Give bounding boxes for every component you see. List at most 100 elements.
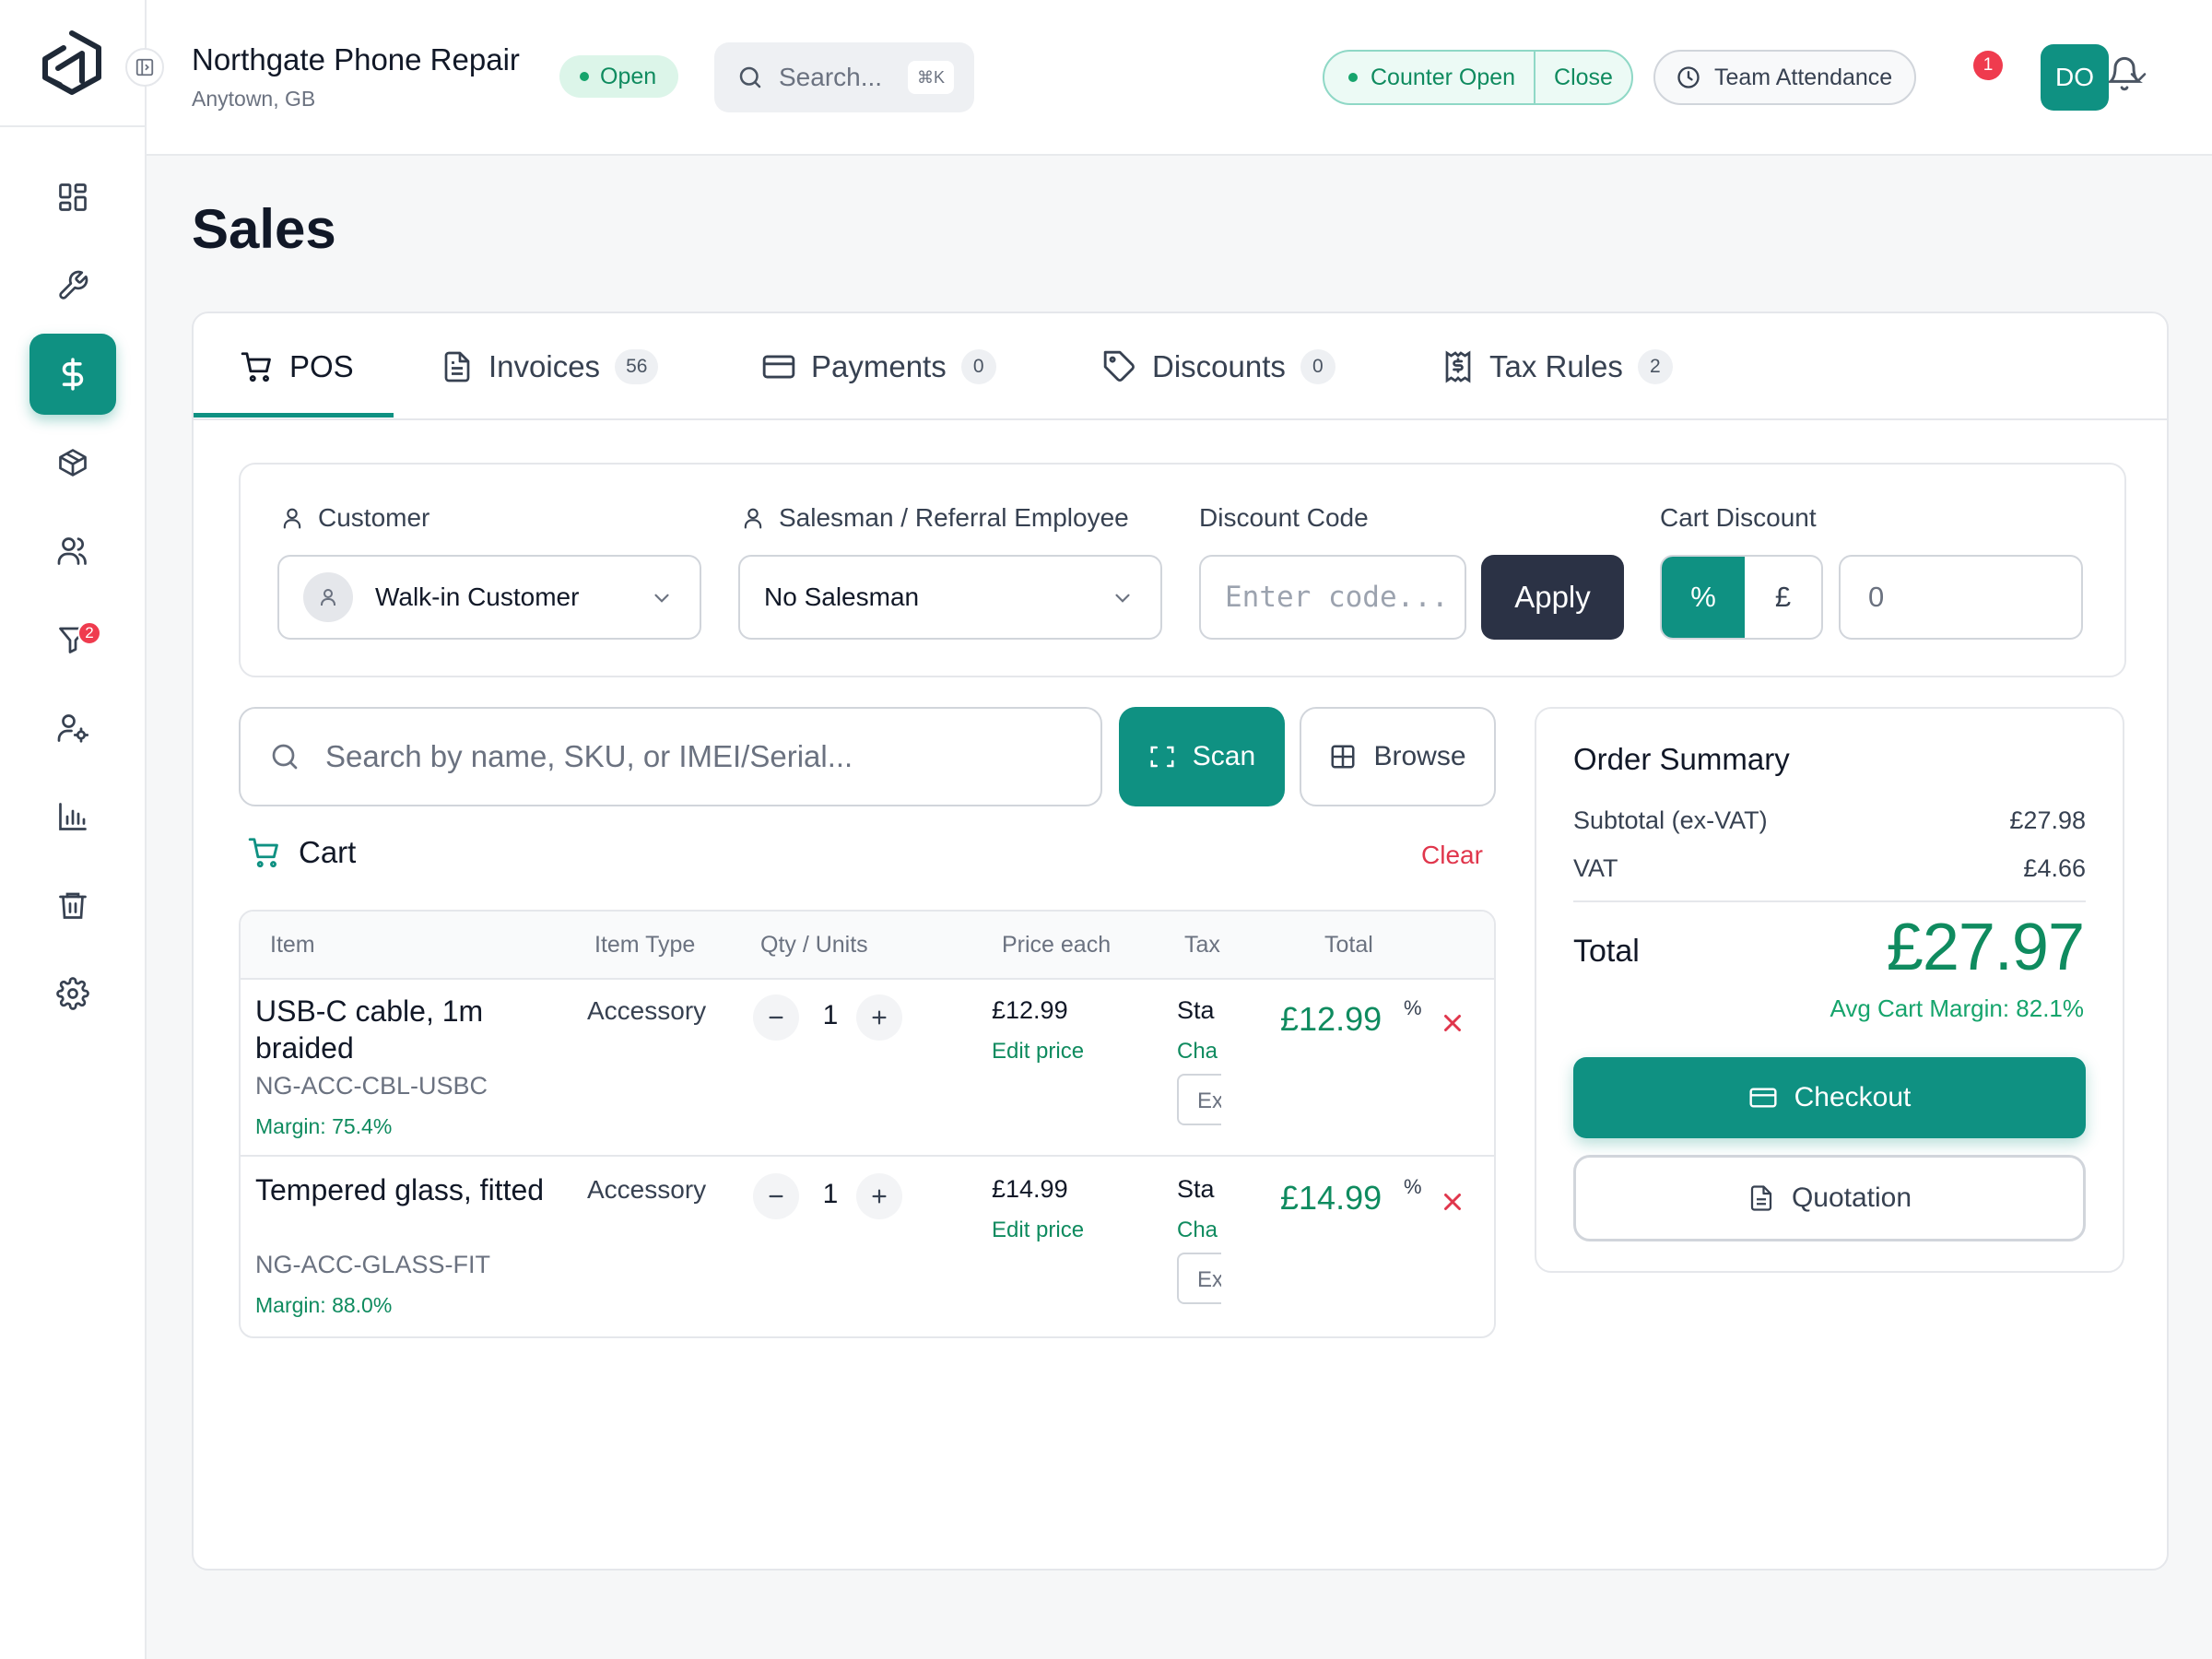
counter-close-button[interactable]: Close xyxy=(1535,52,1631,103)
sidebar-item-employees[interactable] xyxy=(29,688,116,769)
remove-item-button[interactable] xyxy=(1439,1009,1466,1037)
checkout-button[interactable]: Checkout xyxy=(1573,1057,2086,1138)
active-tab-indicator xyxy=(194,413,394,418)
row-divider xyxy=(241,1155,1494,1157)
remove-item-button[interactable] xyxy=(1439,1188,1466,1216)
checkout-label: Checkout xyxy=(1794,1082,1912,1112)
discount-pound-option[interactable]: £ xyxy=(1745,557,1821,638)
column-header: Item Type xyxy=(594,932,696,958)
apply-discount-button[interactable]: Apply xyxy=(1481,555,1624,640)
tax-mode-select[interactable]: Ex xyxy=(1177,1253,1221,1304)
discount-symbol[interactable]: % xyxy=(1404,996,1422,1020)
column-header: Item xyxy=(270,932,315,958)
column-header: Total xyxy=(1324,932,1373,958)
subtotal-value: £27.98 xyxy=(2009,806,2086,834)
tab-tax-rules[interactable]: Tax Rules 2 xyxy=(1441,313,1673,420)
customer-select[interactable]: Walk-in Customer xyxy=(277,555,701,640)
sales-tabs: POS Invoices 56 Payments 0 Discounts 0 T… xyxy=(194,313,2167,420)
tax-mode-select[interactable]: Ex xyxy=(1177,1074,1221,1125)
customer-label: Customer xyxy=(279,503,429,533)
salesman-label: Salesman / Referral Employee xyxy=(740,503,1129,533)
qty-increase-button[interactable] xyxy=(856,1173,902,1219)
tab-discounts[interactable]: Discounts 0 xyxy=(1102,313,1335,420)
discount-percent-option[interactable]: % xyxy=(1662,557,1745,638)
salesman-select[interactable]: No Salesman xyxy=(738,555,1162,640)
plus-icon xyxy=(872,1189,887,1204)
quotation-label: Quotation xyxy=(1791,1182,1912,1213)
tab-payments-count: 0 xyxy=(960,349,996,384)
sidebar-item-customers[interactable] xyxy=(29,511,116,592)
clear-cart-button[interactable]: Clear xyxy=(1421,841,1483,870)
global-search[interactable]: Search... ⌘K xyxy=(714,42,974,112)
scan-button[interactable]: Scan xyxy=(1119,707,1285,806)
user-icon xyxy=(744,508,762,529)
panel-toggle-icon xyxy=(135,58,154,76)
search-icon xyxy=(272,744,298,770)
tax-cell: Sta Cha Ex xyxy=(1177,1171,1221,1328)
sidebar-item-sales[interactable] xyxy=(29,334,116,415)
avg-cart-margin: Avg Cart Margin: 82.1% xyxy=(1830,994,2084,1022)
browse-label: Browse xyxy=(1373,741,1466,771)
global-search-placeholder: Search... xyxy=(779,63,883,91)
vat-value: £4.66 xyxy=(2023,854,2086,882)
app-logo[interactable] xyxy=(41,29,102,96)
total-label: Total xyxy=(1573,934,1640,969)
sidebar-collapse-button[interactable] xyxy=(125,48,164,87)
qty-decrease-button[interactable] xyxy=(753,1173,799,1219)
qty-increase-button[interactable] xyxy=(856,994,902,1041)
subtotal-row: Subtotal (ex-VAT) £27.98 xyxy=(1573,806,2086,835)
order-summary: Order Summary Subtotal (ex-VAT) £27.98 V… xyxy=(1535,707,2124,1273)
discount-code-input[interactable]: Enter code... xyxy=(1199,555,1466,640)
gear-icon xyxy=(56,977,89,1010)
counter-open-status: Counter Open xyxy=(1324,52,1536,103)
sidebar-item-reports[interactable] xyxy=(29,776,116,857)
discount-symbol[interactable]: % xyxy=(1404,1175,1422,1199)
sidebar-item-repairs[interactable] xyxy=(29,245,116,326)
table-row: USB-C cable, 1m braided NG-ACC-CBL-USBC … xyxy=(241,980,1494,1159)
quotation-button[interactable]: Quotation xyxy=(1573,1155,2086,1241)
sidebar-item-trash[interactable] xyxy=(29,865,116,946)
search-icon xyxy=(739,66,761,88)
credit-card-icon xyxy=(1749,1088,1777,1108)
table-row: Tempered glass, fitted NG-ACC-GLASS-FIT … xyxy=(241,1159,1494,1336)
notification-badge: 1 xyxy=(1973,51,2003,80)
tab-discounts-count: 0 xyxy=(1300,349,1335,384)
summary-divider xyxy=(1573,900,2086,902)
browse-button[interactable]: Browse xyxy=(1300,707,1496,806)
pos-filters: Customer Walk-in Customer Salesman / Ref… xyxy=(239,463,2126,677)
tax-change-link[interactable]: Cha xyxy=(1177,1039,1218,1065)
qty-value[interactable]: 1 xyxy=(819,1000,841,1031)
tab-tax-rules-label: Tax Rules xyxy=(1489,349,1623,383)
item-total: £12.99 xyxy=(1280,1000,1382,1038)
trash-icon xyxy=(59,892,87,919)
sidebar-item-inventory[interactable] xyxy=(29,422,116,503)
qty-value[interactable]: 1 xyxy=(819,1179,841,1210)
tag-icon xyxy=(1103,350,1135,382)
edit-price-link[interactable]: Edit price xyxy=(992,1039,1084,1065)
cart-discount-input[interactable]: 0 xyxy=(1839,555,2083,640)
qty-decrease-button[interactable] xyxy=(753,994,799,1041)
minus-icon xyxy=(769,1194,783,1198)
tab-pos[interactable]: POS xyxy=(240,313,354,420)
customer-avatar xyxy=(303,572,353,622)
edit-price-link[interactable]: Edit price xyxy=(992,1218,1084,1243)
sidebar: 2 xyxy=(0,0,147,1659)
tab-invoices[interactable]: Invoices 56 xyxy=(441,313,659,420)
tab-payments[interactable]: Payments 0 xyxy=(761,313,996,420)
page-title: Sales xyxy=(192,198,336,260)
product-search-input[interactable]: Search by name, SKU, or IMEI/Serial... xyxy=(239,707,1102,806)
total-value: £27.97 xyxy=(1886,911,2085,984)
user-menu-chevron[interactable] xyxy=(2125,65,2151,90)
tax-change-link[interactable]: Cha xyxy=(1177,1218,1218,1243)
sidebar-item-leads[interactable]: 2 xyxy=(29,599,116,680)
item-sku: NG-ACC-GLASS-FIT xyxy=(255,1251,491,1278)
sidebar-item-settings[interactable] xyxy=(29,953,116,1034)
clock-icon xyxy=(1677,66,1700,88)
user-avatar[interactable]: DO xyxy=(2041,44,2109,111)
receipt-icon xyxy=(1445,350,1471,383)
document-icon xyxy=(1750,1185,1772,1211)
tab-payments-label: Payments xyxy=(811,349,947,383)
user-settings-icon xyxy=(57,714,89,743)
sidebar-item-dashboard[interactable] xyxy=(29,157,116,238)
team-attendance-button[interactable]: Team Attendance xyxy=(1653,50,1917,105)
